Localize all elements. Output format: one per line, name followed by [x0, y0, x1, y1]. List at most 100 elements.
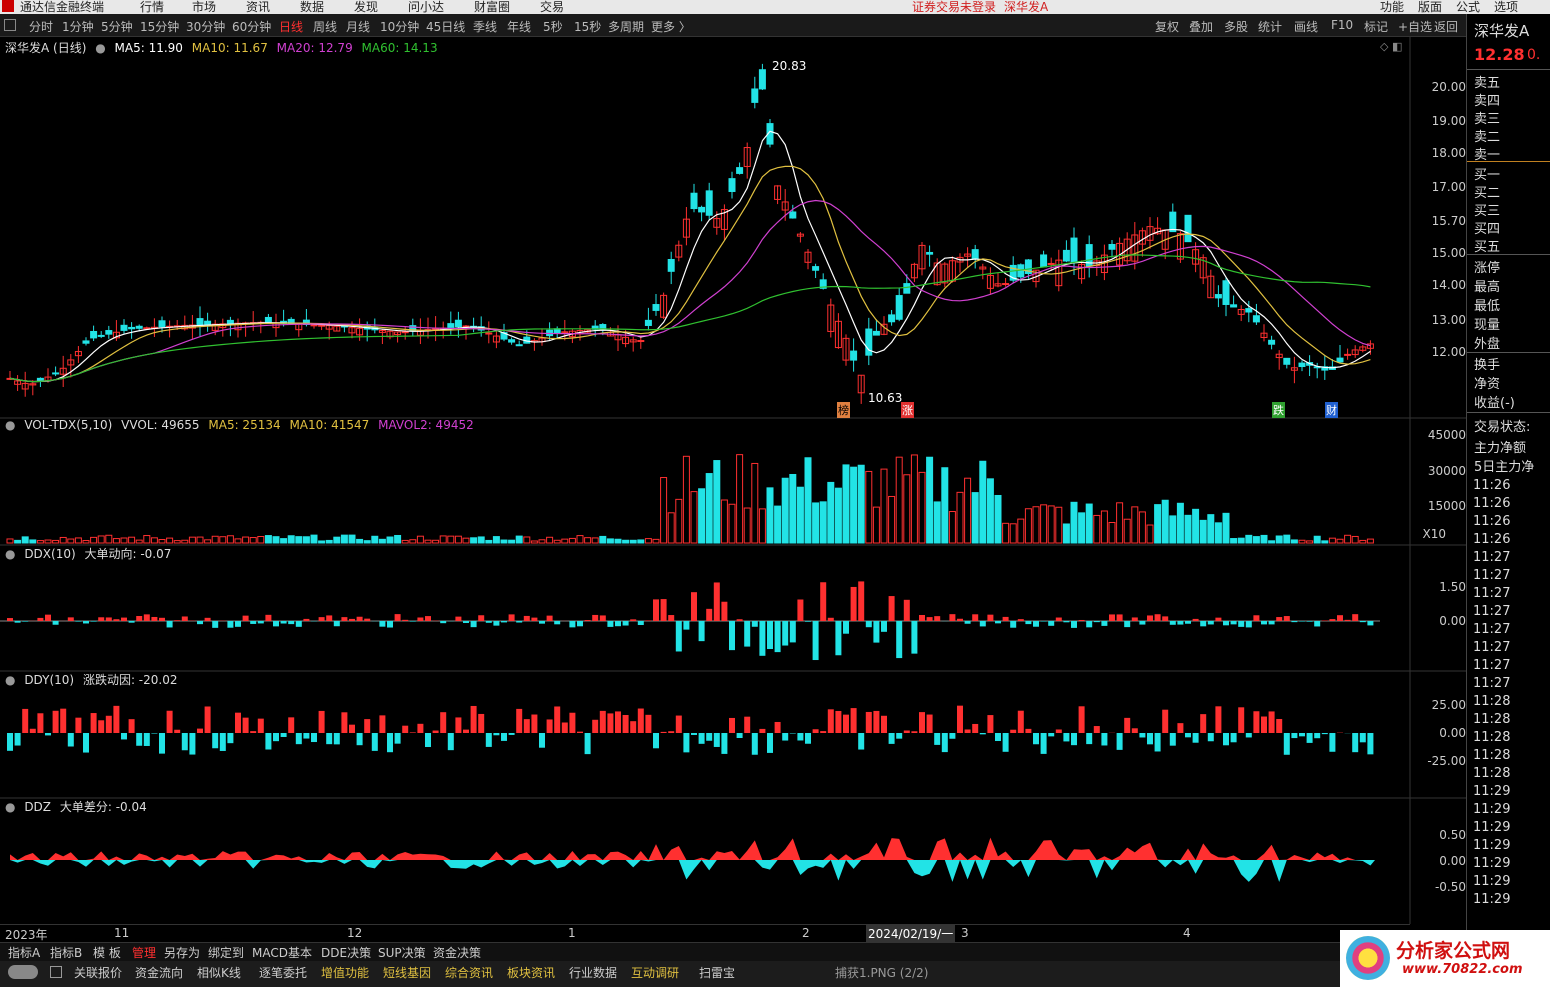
btn-mark[interactable]: 标记 — [1364, 18, 1388, 35]
period-multi[interactable]: 多周期 — [608, 18, 644, 35]
ddx-bar — [417, 617, 424, 621]
menu-options[interactable]: 选项 — [1494, 0, 1518, 14]
ddz-settings-icon[interactable]: ● — [5, 800, 15, 814]
ask-5[interactable]: 卖五 — [1474, 72, 1500, 91]
toggle-switch[interactable] — [8, 965, 38, 979]
btn-adjust[interactable]: 复权 — [1155, 18, 1179, 35]
btn-back[interactable]: 返回 — [1434, 18, 1458, 35]
tab-indicator-b[interactable]: 指标B — [50, 944, 82, 961]
ask-3[interactable]: 卖三 — [1474, 108, 1500, 127]
period-5sec[interactable]: 5秒 — [543, 18, 563, 35]
kline-svg[interactable] — [0, 36, 1466, 942]
period-more[interactable]: 更多 〉 — [651, 18, 691, 35]
fn-related-quote[interactable]: 关联报价 — [74, 964, 122, 981]
fn-order-detail[interactable]: 逐笔委托 — [259, 964, 307, 981]
ddx-settings-icon[interactable]: ● — [5, 547, 15, 561]
badge-limit-down[interactable]: 跌 — [1272, 402, 1285, 418]
volume-bar — [295, 536, 303, 544]
period-daily[interactable]: 日线 — [279, 18, 303, 35]
chart-area[interactable]: 深华发A (日线) ● MA5: 11.90 MA10: 11.67 MA20:… — [0, 36, 1466, 942]
tab-save-as[interactable]: 另存为 — [164, 944, 200, 961]
ddx-bar — [1025, 621, 1032, 625]
tab-template[interactable]: 模 板 — [93, 944, 121, 961]
tab-manage[interactable]: 管理 — [132, 944, 156, 961]
period-15min[interactable]: 15分钟 — [140, 18, 179, 35]
volume-bar — [29, 539, 37, 544]
fn-fund-flow[interactable]: 资金流向 — [135, 964, 183, 981]
bid-3[interactable]: 买三 — [1474, 200, 1500, 219]
btn-add-watch[interactable]: +自选 — [1398, 18, 1432, 35]
volume-bar — [1002, 522, 1010, 544]
volume-bar — [1230, 538, 1238, 544]
menu-market[interactable]: 市场 — [192, 0, 216, 14]
period-60min[interactable]: 60分钟 — [232, 18, 271, 35]
bid-5[interactable]: 买五 — [1474, 236, 1500, 255]
period-45day[interactable]: 45日线 — [426, 18, 465, 35]
ddy-tick: -25.00 — [1427, 754, 1466, 768]
period-timeshare[interactable]: 分时 — [29, 18, 53, 35]
fn-short-gene[interactable]: 短线基因 — [383, 964, 431, 981]
fn-value-added[interactable]: 增值功能 — [321, 964, 369, 981]
badge-list[interactable]: 榜 — [837, 402, 850, 418]
tab-fund[interactable]: 资金决策 — [433, 944, 481, 961]
volume-bar — [21, 536, 29, 544]
settings-dot-icon[interactable]: ● — [95, 41, 105, 55]
period-10min[interactable]: 10分钟 — [380, 18, 419, 35]
period-15sec[interactable]: 15秒 — [574, 18, 601, 35]
period-5min[interactable]: 5分钟 — [101, 18, 133, 35]
period-30min[interactable]: 30分钟 — [186, 18, 225, 35]
volume-bar — [720, 499, 728, 544]
tab-macd-basic[interactable]: MACD基本 — [252, 944, 312, 961]
fn-mine-scan[interactable]: 扫雷宝 — [699, 964, 735, 981]
btn-stats[interactable]: 统计 — [1258, 18, 1282, 35]
bid-4[interactable]: 买四 — [1474, 218, 1500, 237]
btn-f10[interactable]: F10 — [1331, 18, 1353, 32]
fn-sector-news[interactable]: 板块资讯 — [507, 964, 555, 981]
menu-market-quote[interactable]: 行情 — [140, 0, 164, 14]
ddy-bar — [903, 730, 910, 733]
fn-news[interactable]: 综合资讯 — [445, 964, 493, 981]
tick-time: 11:27 — [1473, 550, 1511, 565]
fn-interactive-research[interactable]: 互动调研 — [631, 964, 679, 981]
badge-finance[interactable]: 财 — [1325, 402, 1338, 418]
menu-discover[interactable]: 发现 — [354, 0, 378, 14]
ask-2[interactable]: 卖二 — [1474, 126, 1500, 145]
bid-2[interactable]: 买二 — [1474, 182, 1500, 201]
tab-dde[interactable]: DDE决策 — [321, 944, 371, 961]
layout-icon[interactable] — [50, 966, 62, 978]
fn-similar-kline[interactable]: 相似K线 — [197, 964, 241, 981]
menu-news[interactable]: 资讯 — [246, 0, 270, 14]
fn-industry-data[interactable]: 行业数据 — [569, 964, 617, 981]
menu-wealth[interactable]: 财富圈 — [474, 0, 510, 14]
menu-formula[interactable]: 公式 — [1456, 0, 1480, 14]
btn-multistock[interactable]: 多股 — [1224, 18, 1248, 35]
ddy-settings-icon[interactable]: ● — [5, 673, 15, 687]
volume-bar — [1328, 537, 1336, 544]
volume-bar — [97, 535, 105, 544]
period-year[interactable]: 年线 — [507, 18, 531, 35]
tab-indicator-a[interactable]: 指标A — [8, 944, 40, 961]
btn-overlay[interactable]: 叠加 — [1189, 18, 1213, 35]
tab-sup[interactable]: SUP决策 — [378, 944, 426, 961]
chart-corner-icons[interactable]: ◇ ◧ — [1380, 40, 1402, 53]
btn-draw[interactable]: 画线 — [1294, 18, 1318, 35]
volume-bar — [956, 491, 964, 544]
period-quarter[interactable]: 季线 — [473, 18, 497, 35]
menu-data[interactable]: 数据 — [300, 0, 324, 14]
menu-function[interactable]: 功能 — [1380, 0, 1404, 14]
menu-trade[interactable]: 交易 — [540, 0, 564, 14]
tab-bind-to[interactable]: 绑定到 — [208, 944, 244, 961]
bid-1[interactable]: 买一 — [1474, 164, 1500, 183]
panel-toggle-icon[interactable] — [4, 19, 16, 31]
candle-body — [226, 319, 234, 325]
menu-ask[interactable]: 问小达 — [408, 0, 444, 14]
period-weekly[interactable]: 周线 — [313, 18, 337, 35]
period-1min[interactable]: 1分钟 — [62, 18, 94, 35]
ddy-bar — [812, 729, 819, 733]
ask-4[interactable]: 卖四 — [1474, 90, 1500, 109]
volume-bar — [1306, 540, 1314, 544]
badge-limit-up[interactable]: 涨 — [901, 402, 914, 418]
vol-settings-icon[interactable]: ● — [5, 418, 15, 432]
menu-layout[interactable]: 版面 — [1418, 0, 1442, 14]
period-monthly[interactable]: 月线 — [346, 18, 370, 35]
